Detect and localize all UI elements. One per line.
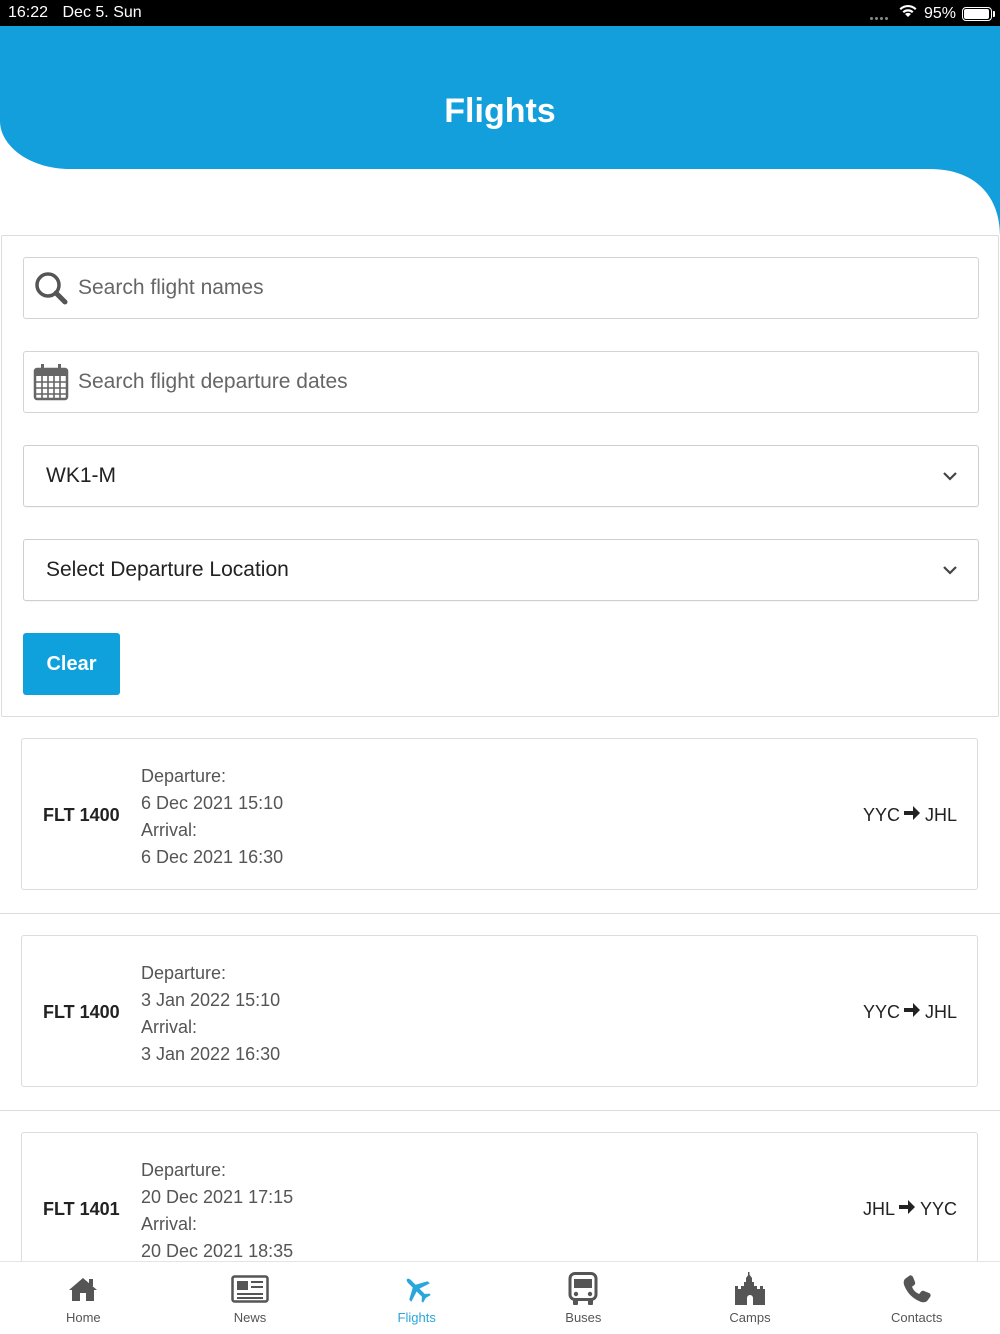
flight-card[interactable]: FLT 1400 Departure: 6 Dec 2021 15:10 Arr… [21, 738, 978, 890]
route-origin: YYC [862, 1002, 900, 1022]
flight-name: FLT 1401 [43, 1199, 120, 1219]
plane-icon [402, 1272, 432, 1306]
phone-icon [902, 1272, 932, 1306]
battery-fill [964, 8, 989, 19]
tab-contacts[interactable]: Contacts [833, 1262, 1000, 1334]
tab-label: Home [65, 1310, 101, 1325]
row-divider [0, 913, 1000, 914]
tab-label: Flights [397, 1310, 436, 1325]
battery-icon [962, 6, 995, 21]
flight-times: Departure: 3 Jan 2022 15:10 Arrival: 3 J… [141, 960, 280, 1068]
arrival-label: Arrival: [141, 1214, 198, 1234]
route-destination: JHL [924, 1002, 957, 1022]
battery-percent: 95% [923, 4, 956, 22]
header-background [0, 26, 1000, 236]
bus-icon [568, 1272, 598, 1306]
route-destination: JHL [924, 805, 957, 825]
route-origin: JHL [862, 1199, 895, 1219]
status-date: Dec 5. Sun [62, 4, 142, 21]
wifi-icon [898, 3, 918, 24]
tab-label: Buses [565, 1310, 602, 1325]
tab-label: Camps [729, 1310, 771, 1325]
search-date-field[interactable]: Search flight departure dates [23, 351, 979, 413]
tab-camps[interactable]: Camps [667, 1262, 834, 1334]
departure-time: 3 Jan 2022 15:10 [141, 990, 281, 1010]
clear-button[interactable]: Clear [23, 633, 120, 695]
search-name-field[interactable]: Search flight names [23, 257, 979, 319]
departure-location-value: Select Departure Location [46, 558, 289, 581]
flight-card[interactable]: FLT 1400 Departure: 3 Jan 2022 15:10 Arr… [21, 935, 978, 1087]
home-icon [68, 1272, 98, 1306]
arrival-label: Arrival: [141, 1017, 198, 1037]
departure-label: Departure: [141, 1160, 227, 1180]
search-date-input[interactable]: Search flight departure dates [78, 370, 348, 394]
flight-route: JHL YYC [863, 1199, 957, 1220]
arrival-label: Arrival: [141, 820, 198, 840]
flight-route: YYC JHL [863, 805, 957, 826]
filter-panel: Search flight names Search flight depart… [1, 235, 999, 717]
status-time: 16:22 [8, 4, 49, 21]
arrow-right-icon [903, 1002, 921, 1023]
departure-location-select[interactable]: Select Departure Location [23, 539, 979, 601]
chevron-down-icon [922, 565, 978, 575]
flight-name: FLT 1400 [43, 805, 120, 825]
signal-icon [869, 7, 888, 20]
arrow-right-icon [898, 1199, 916, 1220]
tab-buses[interactable]: Buses [500, 1262, 667, 1334]
chevron-down-icon [922, 471, 978, 481]
flight-name: FLT 1400 [43, 1002, 120, 1022]
departure-time: 6 Dec 2021 15:10 [141, 793, 284, 813]
search-icon [24, 270, 78, 306]
page-title: Flights [444, 92, 556, 130]
search-name-input[interactable]: Search flight names [78, 276, 264, 300]
route-origin: YYC [862, 805, 900, 825]
tab-flights[interactable]: Flights [333, 1262, 500, 1334]
departure-label: Departure: [141, 963, 227, 983]
flight-times: Departure: 20 Dec 2021 17:15 Arrival: 20… [141, 1157, 293, 1265]
group-select-value: WK1-M [46, 464, 116, 487]
tab-label: News [233, 1310, 267, 1325]
status-bar: 16:22 Dec 5. Sun 95% [0, 0, 1000, 26]
castle-icon [733, 1272, 767, 1306]
route-destination: YYC [919, 1199, 957, 1219]
arrow-right-icon [903, 805, 921, 826]
group-select[interactable]: WK1-M [23, 445, 979, 507]
tab-home[interactable]: Home [0, 1262, 167, 1334]
news-icon [231, 1272, 269, 1306]
departure-time: 20 Dec 2021 17:15 [141, 1187, 294, 1207]
bottom-tab-bar: Home News Flights Buses Camps Contacts [0, 1261, 1000, 1334]
arrival-time: 6 Dec 2021 16:30 [141, 847, 284, 867]
tab-label: Contacts [891, 1310, 943, 1325]
departure-label: Departure: [141, 766, 227, 786]
calendar-icon [24, 363, 78, 401]
arrival-time: 3 Jan 2022 16:30 [141, 1044, 281, 1064]
flight-times: Departure: 6 Dec 2021 15:10 Arrival: 6 D… [141, 763, 283, 871]
row-divider [0, 1110, 1000, 1111]
flight-route: YYC JHL [863, 1002, 957, 1023]
tab-news[interactable]: News [167, 1262, 334, 1334]
